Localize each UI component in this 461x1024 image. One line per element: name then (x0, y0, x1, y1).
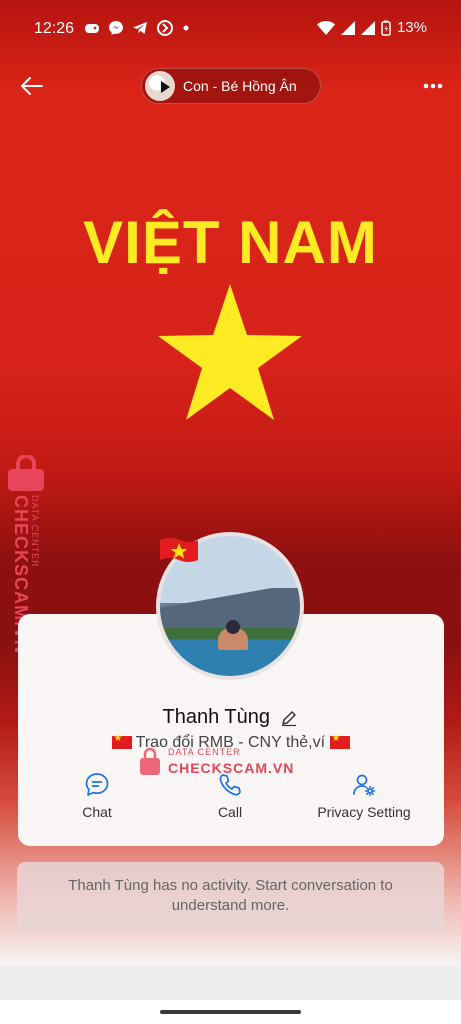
signal-icon (340, 20, 355, 35)
chat-bubble-icon (85, 773, 109, 796)
activity-text: Thanh Tùng has no activity. Start conver… (68, 877, 393, 914)
system-icons: 13% (316, 19, 427, 36)
home-indicator[interactable] (160, 1010, 301, 1014)
chat-label: Chat (82, 804, 112, 820)
back-arrow-icon[interactable] (18, 72, 46, 100)
user-settings-icon (353, 774, 376, 797)
gesture-nav-bar (0, 1000, 461, 1024)
privacy-setting-label: Privacy Setting (317, 804, 411, 820)
music-thumbnail (145, 71, 175, 101)
notification-icons (84, 19, 190, 37)
signal-icon-2 (360, 20, 375, 35)
call-label: Call (217, 804, 243, 820)
china-flag-icon-2 (329, 733, 350, 750)
battery-percent: 13% (396, 19, 427, 36)
profile-name: Thanh Tùng (162, 706, 271, 728)
play-icon (161, 81, 170, 93)
watermark-sub-center: DATA CENTER (168, 747, 241, 757)
game-controller-icon (85, 24, 99, 33)
battery-icon (381, 20, 391, 36)
wifi-icon (316, 20, 335, 35)
vietnam-flag-icon (160, 538, 198, 562)
more-options-icon[interactable] (421, 74, 445, 98)
china-flag-icon (111, 733, 132, 750)
music-player-pill[interactable]: Con - Bé Hồng Ân (141, 68, 321, 104)
call-button[interactable]: Call (160, 772, 300, 822)
clock-arrow-icon (157, 20, 173, 36)
chat-button[interactable]: Chat (27, 772, 167, 822)
top-bar: Con - Bé Hồng Ân (0, 64, 461, 108)
watermark-sub: DATA CENTER (30, 495, 40, 568)
status-time: 12:26 (34, 20, 75, 37)
phone-icon (219, 774, 241, 796)
dot-icon (183, 25, 189, 31)
messenger-icon (109, 21, 123, 35)
name-row: Thanh Tùng (0, 706, 461, 729)
status-bar: 12:26 13% (0, 0, 461, 56)
lock-icon (8, 455, 44, 491)
profile-actions: Chat Call Privacy Setting (18, 772, 444, 832)
telegram-icon (133, 22, 147, 34)
privacy-setting-button[interactable]: Privacy Setting (294, 772, 434, 822)
bottom-strip (0, 965, 461, 1000)
star-icon (158, 284, 302, 420)
cover-title: VIỆT NAM (83, 209, 378, 276)
music-title: Con - Bé Hồng Ân (183, 78, 297, 94)
activity-notice: Thanh Tùng has no activity. Start conver… (17, 862, 444, 930)
pencil-icon[interactable] (280, 709, 298, 727)
